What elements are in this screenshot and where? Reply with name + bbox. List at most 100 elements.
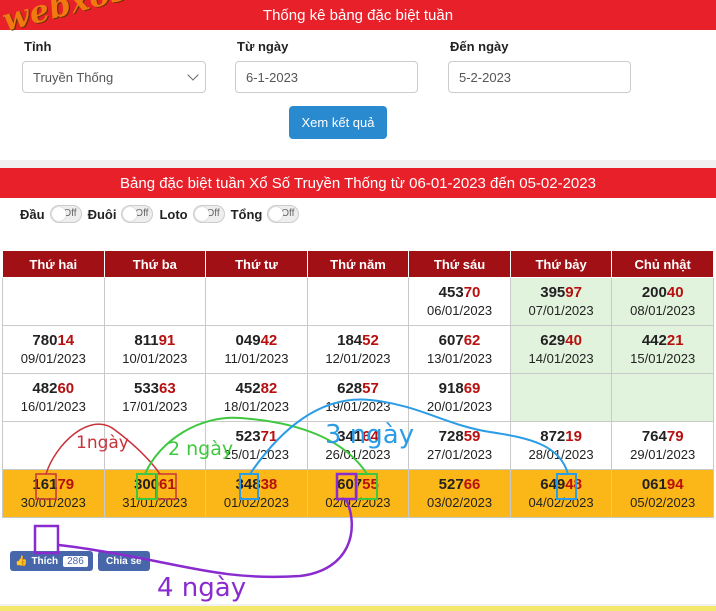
draw-date: 30/01/2023 bbox=[20, 495, 86, 510]
special-number: 45370 bbox=[409, 283, 510, 302]
table-header-row: Thứ hai Thứ ba Thứ tư Thứ năm Thứ sáu Thứ bảy… bbox=[2, 250, 714, 278]
special-number: 60755 bbox=[308, 475, 409, 494]
number-head: 049 bbox=[235, 332, 261, 349]
number-tail: 19 bbox=[565, 428, 582, 445]
share-button[interactable]: Chia sẻ bbox=[98, 551, 150, 571]
table-cell: 62940 14/01/2023 bbox=[509, 325, 613, 374]
toggle-switch-2[interactable]: Off bbox=[192, 205, 225, 223]
number-tail: 38 bbox=[260, 476, 278, 493]
draw-date: 10/01/2023 bbox=[122, 351, 188, 366]
table-cell: 30061 31/01/2023 bbox=[103, 469, 207, 518]
toggle-bar: Đầu Off Đuôi Off Loto Off Tổng Off bbox=[20, 205, 303, 223]
toggle-switch-1[interactable]: Off bbox=[121, 205, 154, 223]
column-header: Thứ tư bbox=[205, 250, 308, 278]
special-number: 62857 bbox=[308, 379, 409, 398]
special-number: 39597 bbox=[511, 283, 612, 302]
from-date-input[interactable]: 6-1-2023 bbox=[235, 61, 418, 93]
toggle-label-0: Đầu bbox=[20, 206, 45, 222]
special-number: 44221 bbox=[612, 331, 713, 350]
from-date-label: Từ ngày bbox=[237, 39, 289, 54]
table-cell: 45370 06/01/2023 bbox=[408, 277, 511, 326]
draw-date: 06/01/2023 bbox=[426, 303, 493, 318]
table-cell: 53363 17/01/2023 bbox=[103, 373, 207, 422]
draw-date: 19/01/2023 bbox=[325, 399, 391, 414]
table-cell bbox=[2, 421, 105, 470]
table-cell: 04942 11/01/2023 bbox=[205, 325, 308, 374]
draw-date: 13/01/2023 bbox=[426, 351, 493, 366]
special-number: 87219 bbox=[511, 427, 612, 446]
number-tail: 63 bbox=[159, 380, 176, 397]
toggle-switch-0[interactable]: Off bbox=[49, 205, 82, 223]
table-cell: 48260 16/01/2023 bbox=[2, 373, 105, 422]
number-tail: 21 bbox=[666, 332, 684, 349]
column-header: Thứ ba bbox=[103, 250, 207, 278]
draw-date: 15/01/2023 bbox=[630, 351, 696, 366]
number-tail: 59 bbox=[463, 428, 481, 445]
number-tail: 55 bbox=[362, 476, 379, 493]
draw-date: 27/01/2023 bbox=[426, 447, 493, 462]
special-number: 76479 bbox=[612, 427, 713, 446]
special-number: 53363 bbox=[105, 379, 206, 398]
table-row: 52371 25/01/2023 34164 26/01/2023 72859 27/01… bbox=[2, 421, 714, 470]
submit-button[interactable]: Xem kết quả bbox=[289, 106, 387, 139]
draw-date: 31/01/2023 bbox=[122, 495, 188, 510]
number-head: 628 bbox=[337, 380, 363, 397]
number-tail: 91 bbox=[158, 332, 176, 349]
number-head: 607 bbox=[337, 476, 363, 493]
table-cell: 52371 25/01/2023 bbox=[205, 421, 308, 470]
table-cell: 60755 02/02/2023 bbox=[306, 469, 410, 518]
table-cell: 34838 01/02/2023 bbox=[205, 469, 308, 518]
number-head: 452 bbox=[235, 380, 261, 397]
table-cell: 64948 04/02/2023 bbox=[509, 469, 613, 518]
special-number: 48260 bbox=[3, 379, 104, 398]
table-cell bbox=[611, 373, 714, 422]
table-row: 48260 16/01/2023 53363 17/01/2023 45282 18/01… bbox=[2, 373, 714, 422]
number-head: 184 bbox=[337, 332, 363, 349]
number-head: 200 bbox=[641, 284, 667, 301]
number-head: 161 bbox=[32, 476, 58, 493]
special-number: 34838 bbox=[206, 475, 307, 494]
number-head: 918 bbox=[438, 380, 464, 397]
draw-date: 11/01/2023 bbox=[224, 351, 289, 366]
table-cell: 60762 13/01/2023 bbox=[408, 325, 511, 374]
draw-date: 29/01/2023 bbox=[630, 447, 696, 462]
table-row: 78014 09/01/2023 81191 10/01/2023 04942 11/01… bbox=[2, 325, 714, 374]
special-number: 18452 bbox=[308, 331, 409, 350]
number-head: 527 bbox=[438, 476, 464, 493]
special-number: 91869 bbox=[409, 379, 510, 398]
table-cell: 62857 19/01/2023 bbox=[306, 373, 410, 422]
draw-date: 18/01/2023 bbox=[223, 399, 289, 414]
to-date-input[interactable]: 5-2-2023 bbox=[448, 61, 631, 93]
special-number: 34164 bbox=[308, 427, 409, 446]
province-select[interactable]: Truyền Thống bbox=[22, 61, 206, 93]
like-count: 286 bbox=[63, 555, 88, 567]
number-head: 533 bbox=[133, 380, 160, 397]
number-tail: 94 bbox=[666, 476, 684, 493]
table-cell: 18452 12/01/2023 bbox=[306, 325, 410, 374]
number-tail: 42 bbox=[260, 332, 278, 349]
table-cell: 91869 20/01/2023 bbox=[408, 373, 511, 422]
table-cell: 81191 10/01/2023 bbox=[103, 325, 207, 374]
special-number: 62940 bbox=[511, 331, 612, 350]
special-number: 52766 bbox=[409, 475, 510, 494]
number-head: 061 bbox=[641, 476, 667, 493]
like-button[interactable]: 👍 Thích 286 bbox=[10, 551, 93, 571]
toggle-switch-3[interactable]: Off bbox=[267, 205, 300, 223]
number-head: 629 bbox=[540, 332, 566, 349]
table-cell bbox=[509, 373, 613, 422]
draw-date: 26/01/2023 bbox=[325, 447, 391, 462]
special-number: 64948 bbox=[511, 475, 612, 494]
number-head: 300 bbox=[133, 476, 160, 493]
number-tail: 70 bbox=[463, 284, 481, 301]
table-cell: 78014 09/01/2023 bbox=[2, 325, 105, 374]
number-tail: 64 bbox=[362, 428, 379, 445]
special-number: 20040 bbox=[612, 283, 713, 302]
special-number: 81191 bbox=[105, 331, 206, 350]
special-number: 04942 bbox=[206, 331, 307, 350]
table-cell bbox=[2, 277, 105, 326]
to-date-label: Đến ngày bbox=[450, 39, 509, 54]
draw-date: 05/02/2023 bbox=[630, 495, 696, 510]
result-title: Bảng đặc biệt tuần Xổ Số Truyền Thống từ… bbox=[0, 168, 716, 198]
draw-date: 16/01/2023 bbox=[20, 399, 86, 414]
draw-date: 09/01/2023 bbox=[20, 351, 86, 366]
